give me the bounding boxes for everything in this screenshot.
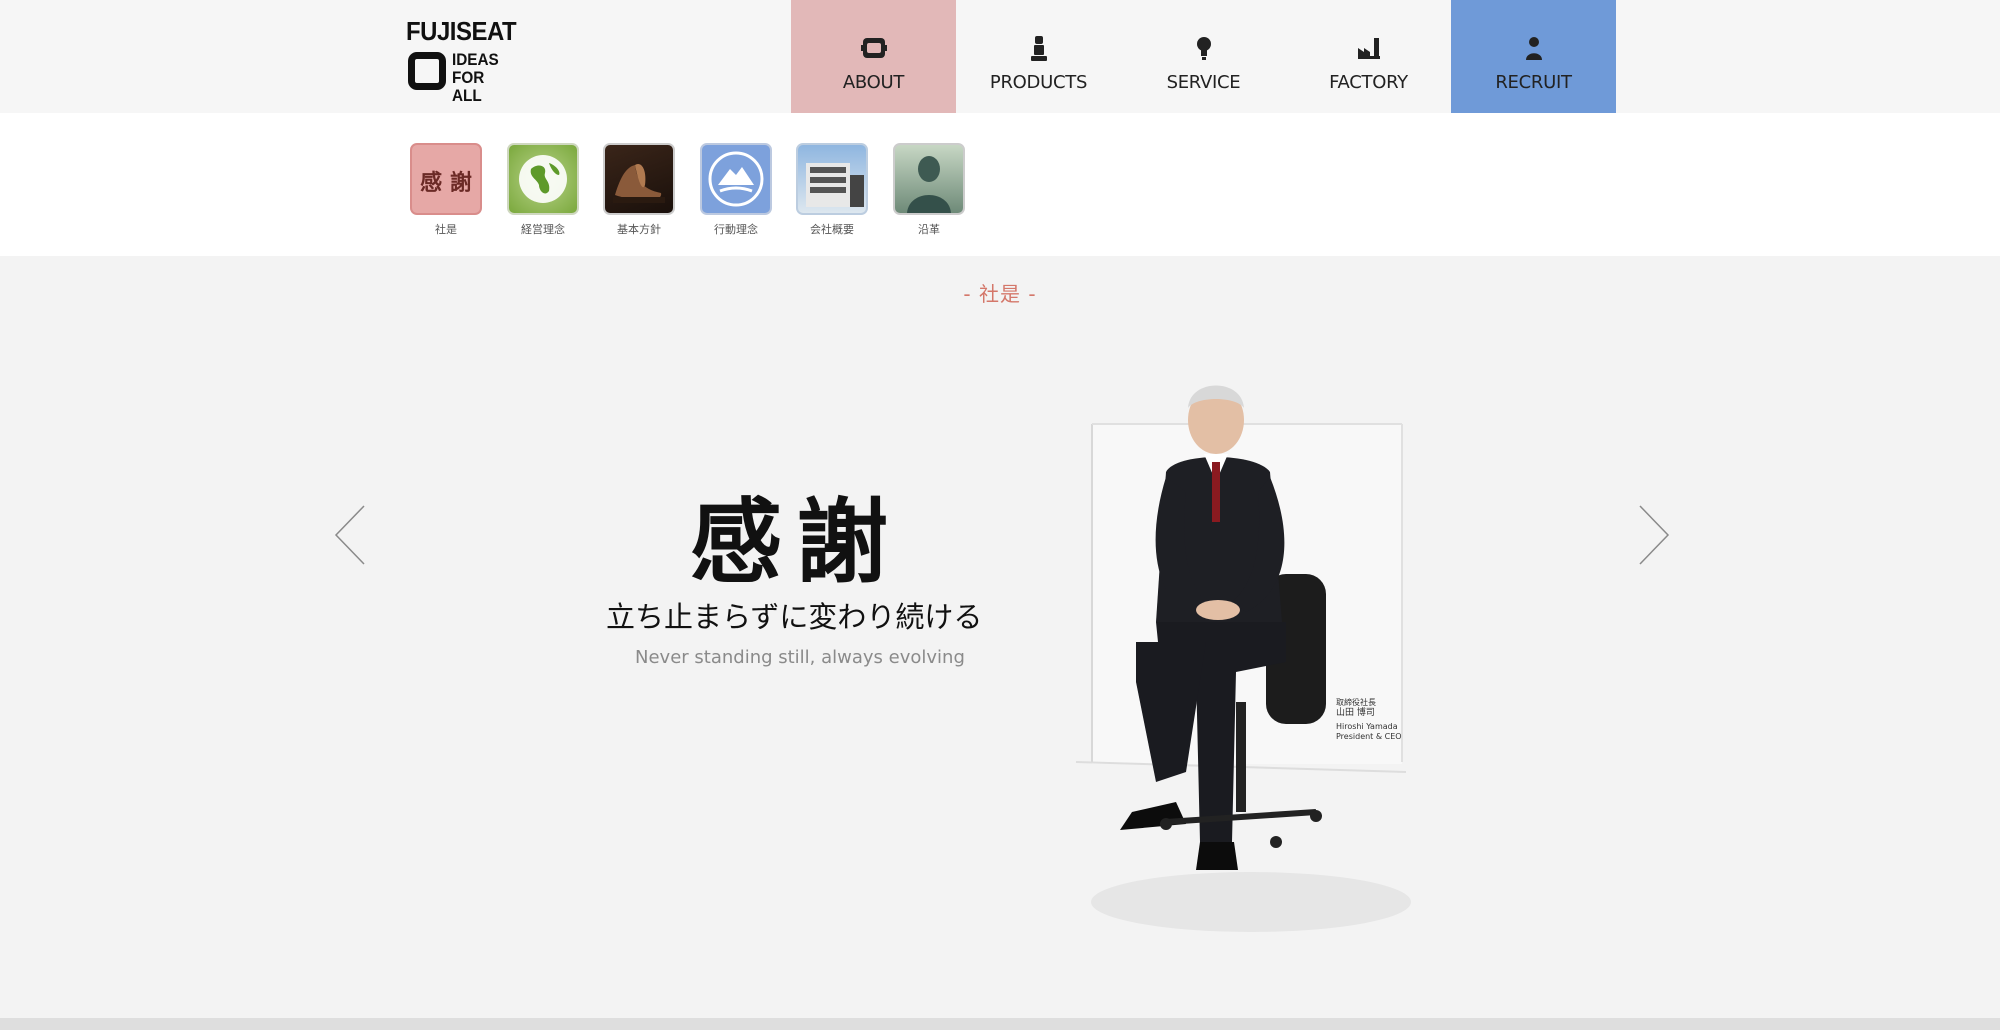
subnav-kihon-houshin[interactable]: 基本方針 bbox=[603, 143, 675, 237]
logo-tagline-line1: IDEAS bbox=[452, 50, 499, 69]
prev-arrow-icon[interactable] bbox=[332, 500, 372, 570]
factory-icon bbox=[1356, 34, 1382, 62]
logo-wordmark: FUJISEAT bbox=[406, 16, 517, 46]
logo-tagline-line2: FOR ALL bbox=[452, 68, 485, 105]
president-caption: 取締役社長 山田 博司 Hiroshi Yamada President & C… bbox=[1336, 698, 1402, 742]
subnav-shaze[interactable]: 感 謝 社是 bbox=[410, 143, 482, 237]
nav-recruit[interactable]: RECRUIT bbox=[1451, 0, 1616, 113]
president-photo bbox=[1036, 342, 1416, 942]
subnav-kihon-houshin-label: 基本方針 bbox=[617, 223, 661, 236]
nav-service[interactable]: SERVICE bbox=[1121, 0, 1286, 113]
motto-section: - 社是 - 感謝 立ち止まらずに変わり続ける Never standing s… bbox=[0, 256, 2000, 1018]
caption-name-jp: 山田 博司 bbox=[1336, 708, 1375, 718]
subnav-shaze-label: 社是 bbox=[435, 223, 457, 236]
car-seat-icon bbox=[603, 143, 675, 215]
seat-frame-icon bbox=[860, 34, 887, 62]
lightbulb-icon bbox=[1195, 34, 1213, 62]
subnav-kaisha-gaiyou-label: 会社概要 bbox=[810, 223, 854, 236]
subnav-kaisha-gaiyou[interactable]: 会社概要 bbox=[796, 143, 868, 237]
site-header: FUJISEAT IDEAS FOR ALL ABOUT PRODUCTS SE… bbox=[0, 0, 2000, 113]
motto-japanese: 立ち止まらずに変わり続ける bbox=[606, 600, 983, 634]
seat-icon bbox=[1029, 34, 1049, 62]
nav-factory-label: FACTORY bbox=[1329, 72, 1408, 93]
globe-icon bbox=[507, 143, 579, 215]
section-title: - 社是 - bbox=[963, 282, 1037, 306]
caption-title-jp: 取締役社長 bbox=[1336, 698, 1376, 707]
logo-ring-icon bbox=[408, 52, 446, 90]
nav-about[interactable]: ABOUT bbox=[791, 0, 956, 113]
caption-name-en: Hiroshi Yamada bbox=[1336, 722, 1398, 731]
nav-about-label: ABOUT bbox=[842, 72, 905, 93]
subnav-koudou-rinen-label: 行動理念 bbox=[714, 223, 758, 236]
nav-recruit-label: RECRUIT bbox=[1495, 72, 1572, 93]
nav-products-label: PRODUCTS bbox=[989, 72, 1088, 93]
office-building-icon bbox=[796, 143, 868, 215]
subnav-koudou-rinen[interactable]: 行動理念 bbox=[700, 143, 772, 237]
footer-bar bbox=[0, 1018, 2000, 1030]
kansha-calligraphy-icon: 感 謝 bbox=[410, 143, 482, 215]
next-arrow-icon[interactable] bbox=[1632, 500, 1672, 570]
subnav-keiei-rinen-label: 経営理念 bbox=[521, 223, 565, 236]
subnav-enkaku[interactable]: 沿革 bbox=[893, 143, 965, 237]
about-subnav: 感 謝 社是 経営理念 基本方針 行動理念 会社概要 沿革 bbox=[0, 113, 2000, 256]
motto-english: Never standing still, always evolving bbox=[635, 647, 965, 668]
nav-factory[interactable]: FACTORY bbox=[1286, 0, 1451, 113]
person-icon bbox=[1524, 34, 1544, 62]
mountain-emblem-icon bbox=[700, 143, 772, 215]
main-nav: ABOUT PRODUCTS SERVICE FACTORY RECRUIT bbox=[791, 0, 1616, 113]
nav-products[interactable]: PRODUCTS bbox=[956, 0, 1121, 113]
subnav-enkaku-label: 沿革 bbox=[918, 223, 940, 236]
bust-statue-icon bbox=[893, 143, 965, 215]
caption-title-en: President & CEO bbox=[1336, 732, 1402, 741]
nav-service-label: SERVICE bbox=[1166, 72, 1241, 93]
subnav-keiei-rinen[interactable]: 経営理念 bbox=[507, 143, 579, 237]
motto-kanji: 感謝 bbox=[690, 488, 903, 596]
fujiseat-logo[interactable]: FUJISEAT IDEAS FOR ALL bbox=[406, 16, 522, 105]
logo-tagline: IDEAS FOR ALL bbox=[452, 51, 515, 105]
